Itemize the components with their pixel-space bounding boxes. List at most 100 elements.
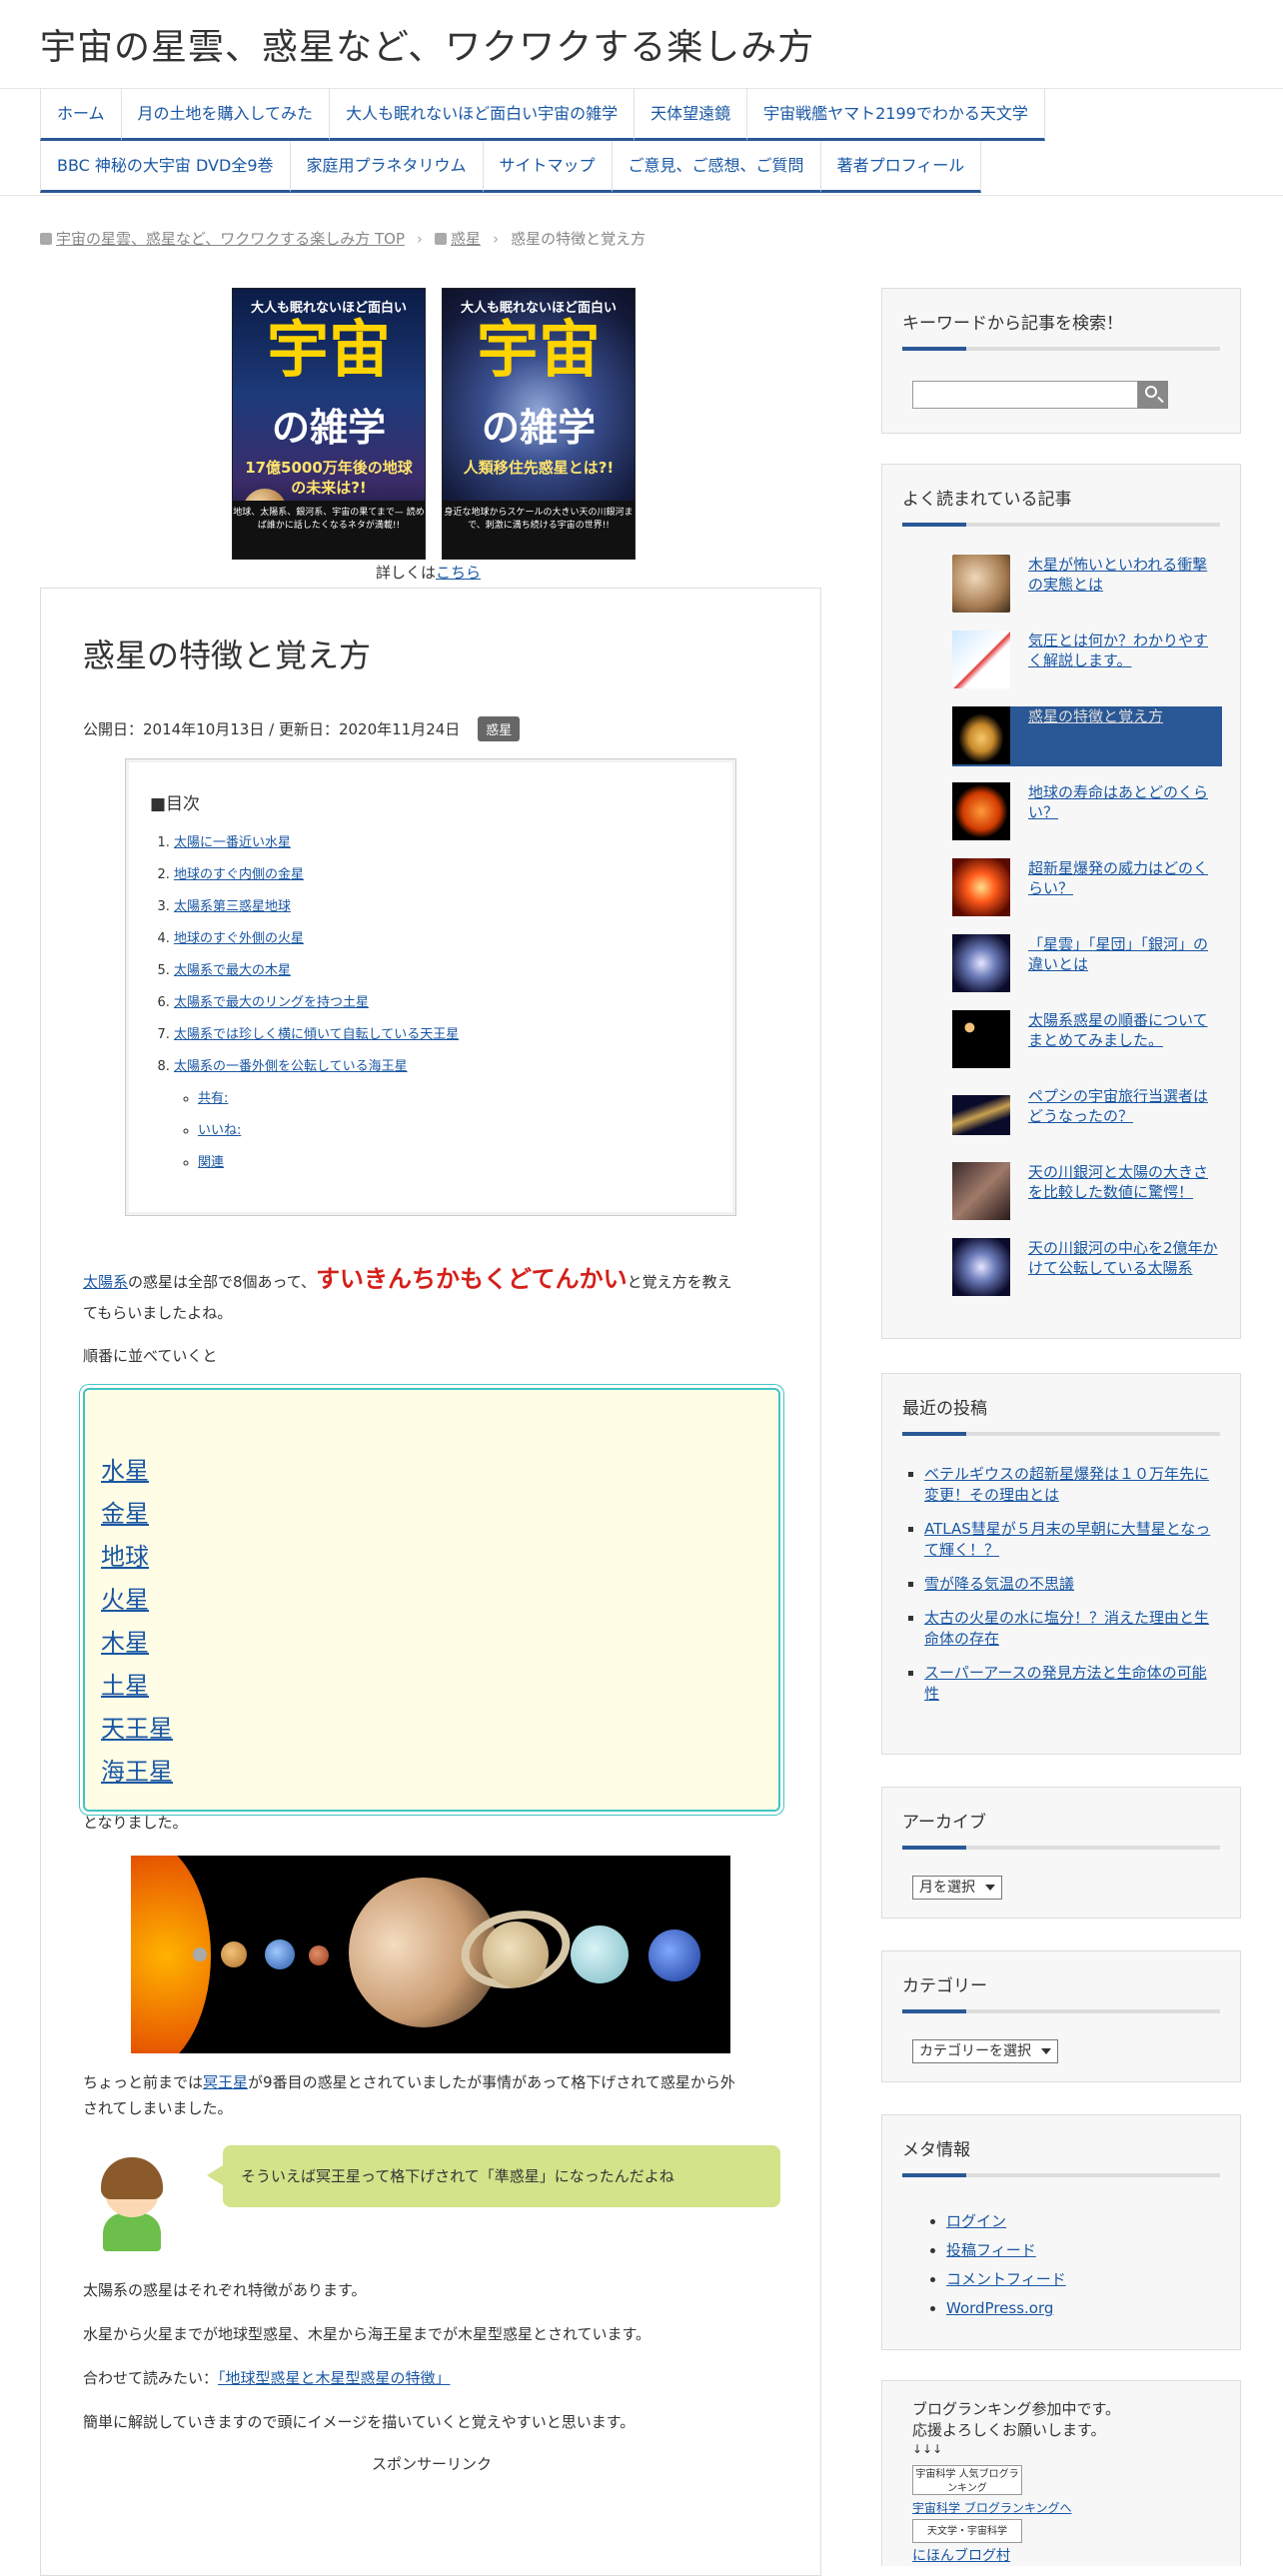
toc-link-earth[interactable]: 太陽系第三惑星地球 bbox=[174, 899, 291, 914]
toc-link-uranus[interactable]: 太陽系では珍しく横に傾いて自転している天王星 bbox=[174, 1027, 459, 1042]
after-list-paragraph: となりました。 bbox=[83, 1814, 188, 1832]
recent-link[interactable]: 太古の火星の水に塩分！？消えた理由と生命体の存在 bbox=[924, 1609, 1209, 1648]
toc-link-share[interactable]: 共有: bbox=[198, 1091, 228, 1106]
popular-item[interactable]: 太陽系惑星の順番についてまとめてみました。 bbox=[952, 1010, 1222, 1070]
site-title[interactable]: 宇宙の星雲、惑星など、ワクワクする楽しみ方 bbox=[40, 18, 814, 70]
nav-home[interactable]: ホーム bbox=[40, 89, 121, 141]
widget-divider bbox=[902, 1432, 1220, 1436]
pressure-thumbnail bbox=[952, 631, 1010, 688]
popular-item-active[interactable]: 惑星の特徴と覚え方 bbox=[952, 706, 1222, 766]
planet-link-mercury[interactable]: 水星 bbox=[101, 1457, 149, 1485]
popular-item[interactable]: 超新星爆発の威力はどのくらい？ bbox=[952, 858, 1222, 918]
popular-link[interactable]: 地球の寿命はあとどのくらい？ bbox=[1028, 782, 1218, 823]
category-widget: カテゴリー カテゴリーを選択 bbox=[881, 1950, 1241, 2082]
breadcrumb-home[interactable]: 宇宙の星雲、惑星など、ワクワクする楽しみ方 TOP bbox=[56, 228, 405, 249]
solar-system-link[interactable]: 太陽系 bbox=[83, 1273, 128, 1291]
posts-feed-link[interactable]: 投稿フィード bbox=[946, 2241, 1036, 2259]
nav-sitemap[interactable]: サイトマップ bbox=[482, 141, 612, 193]
planet-link-mars[interactable]: 火星 bbox=[101, 1586, 149, 1614]
nav-planetarium[interactable]: 家庭用プラネタリウム bbox=[289, 141, 483, 193]
toc-link-venus[interactable]: 地球のすぐ内側の金星 bbox=[174, 867, 304, 882]
popular-link[interactable]: 太陽系惑星の順番についてまとめてみました。 bbox=[1028, 1010, 1218, 1051]
toc-item: 地球のすぐ外側の火星 bbox=[174, 923, 459, 955]
planet-link-earth[interactable]: 地球 bbox=[101, 1543, 149, 1571]
popular-item[interactable]: ペプシの宇宙旅行当選者はどうなったの？ bbox=[952, 1086, 1222, 1146]
list-item: 地球 bbox=[101, 1536, 173, 1579]
category-badge[interactable]: 惑星 bbox=[478, 716, 521, 741]
popular-item[interactable]: 天の川銀河と太陽の大きさを比較した数値に驚愕！ bbox=[952, 1162, 1222, 1222]
planet-link-neptune[interactable]: 海王星 bbox=[101, 1758, 173, 1786]
toc-link-like[interactable]: いいね: bbox=[198, 1123, 241, 1138]
toc-title: ■目次 bbox=[150, 794, 201, 814]
books-caption-link[interactable]: こちら bbox=[436, 564, 481, 582]
comments-feed-link[interactable]: コメントフィード bbox=[946, 2270, 1066, 2288]
nav-row-2: BBC 神秘の大宇宙 DVD全9巻 家庭用プラネタリウム サイトマップ ご意見、… bbox=[40, 141, 982, 193]
wordpress-link[interactable]: WordPress.org bbox=[946, 2299, 1053, 2317]
popular-link[interactable]: 気圧とは何か？わかりやすく解説します。 bbox=[1028, 631, 1218, 671]
related-link[interactable]: 「地球型惑星と木星型惑星の特徴」 bbox=[218, 2369, 451, 2387]
ranking-text: ブログランキング参加中です。 応援よろしくお願いします。 ↓↓↓ bbox=[912, 2399, 1120, 2458]
breadcrumb-category[interactable]: 惑星 bbox=[451, 228, 481, 249]
planets-thumbnail bbox=[952, 1010, 1010, 1068]
book-cover-1-subtitle: の雑学 bbox=[271, 406, 386, 450]
toc-link-neptune[interactable]: 太陽系の一番外側を公転している海王星 bbox=[174, 1059, 408, 1074]
planet-link-uranus[interactable]: 天王星 bbox=[101, 1715, 173, 1743]
popular-link[interactable]: ペプシの宇宙旅行当選者はどうなったの？ bbox=[1028, 1086, 1218, 1127]
popular-item[interactable]: 気圧とは何か？わかりやすく解説します。 bbox=[952, 631, 1222, 690]
recent-link[interactable]: スーパーアースの発見方法と生命体の可能性 bbox=[924, 1664, 1207, 1703]
category-widget-title: カテゴリー bbox=[902, 1976, 987, 1996]
ranking-link-2[interactable]: にほんブログ村 bbox=[912, 2545, 1010, 2565]
toc-link-jupiter[interactable]: 太陽系で最大の木星 bbox=[174, 963, 291, 978]
recent-link[interactable]: 雪が降る気温の不思議 bbox=[924, 1575, 1074, 1593]
sun-thumbnail bbox=[952, 782, 1010, 840]
book-cover-2[interactable]: 大人も眠れないほど面白い 宇宙 の雑学 人類移住先惑星とは?! 2 身近な地球か… bbox=[442, 288, 636, 560]
pluto-link[interactable]: 冥王星 bbox=[203, 2073, 248, 2091]
toc-item: 太陽系第三惑星地球 bbox=[174, 891, 459, 923]
recent-posts-widget: 最近の投稿 ベテルギウスの超新星爆発は１０万年先に変更！その理由とは ATLAS… bbox=[881, 1373, 1241, 1755]
boy-avatar bbox=[83, 2143, 179, 2251]
nav-yamato[interactable]: 宇宙戦艦ヤマト2199でわかる天文学 bbox=[746, 89, 1045, 141]
uranus-image bbox=[571, 1926, 629, 1983]
pluto-text-b: が9番目の惑星とされていましたが事情があって格下げされて惑星から外 bbox=[248, 2073, 735, 2091]
planet-link-venus[interactable]: 金星 bbox=[101, 1500, 149, 1528]
popular-link[interactable]: 天の川銀河の中心を2億年かけて公転している太陽系 bbox=[1028, 1238, 1218, 1279]
search-input[interactable] bbox=[912, 381, 1138, 409]
folder-icon bbox=[435, 232, 448, 245]
nav-telescope[interactable]: 天体望遠鏡 bbox=[634, 89, 747, 141]
list-item: 天王星 bbox=[101, 1708, 173, 1751]
planet-link-saturn[interactable]: 土星 bbox=[101, 1672, 149, 1700]
avatar-hair bbox=[101, 2157, 163, 2199]
popular-item[interactable]: 天の川銀河の中心を2億年かけて公転している太陽系 bbox=[952, 1238, 1222, 1298]
planet-link-jupiter[interactable]: 木星 bbox=[101, 1629, 149, 1657]
toc-link-mercury[interactable]: 太陽に一番近い水星 bbox=[174, 835, 291, 850]
toc-link-mars[interactable]: 地球のすぐ外側の火星 bbox=[174, 931, 304, 946]
popular-link[interactable]: 木星が怖いといわれる衝撃の実態とは bbox=[1028, 555, 1218, 596]
popular-item[interactable]: 木星が怖いといわれる衝撃の実態とは bbox=[952, 555, 1222, 615]
nav-moon-land[interactable]: 月の土地を購入してみた bbox=[120, 89, 330, 141]
ranking-link-1[interactable]: 宇宙科学 ブログランキングへ bbox=[912, 2499, 1071, 2516]
nav-bbc-dvd[interactable]: BBC 神秘の大宇宙 DVD全9巻 bbox=[40, 141, 290, 193]
book-cover-1[interactable]: 大人も眠れないほど面白い 宇宙 の雑学 17億5000万年後の地球の未来は?! … bbox=[232, 288, 426, 560]
toc-link-related[interactable]: 関連 bbox=[198, 1155, 224, 1170]
recent-link[interactable]: ベテルギウスの超新星爆発は１０万年先に変更！その理由とは bbox=[924, 1465, 1209, 1504]
ranking-badge-2[interactable]: 天文学・宇宙科学 bbox=[912, 2519, 1022, 2543]
popular-item[interactable]: 地球の寿命はあとどのくらい？ bbox=[952, 782, 1222, 842]
popular-link[interactable]: 惑星の特徴と覚え方 bbox=[1028, 706, 1218, 726]
login-link[interactable]: ログイン bbox=[946, 2212, 1006, 2230]
nav-profile[interactable]: 著者プロフィール bbox=[819, 141, 982, 193]
archive-select[interactable]: 月を選択 bbox=[912, 1876, 1002, 1900]
nav-trivia[interactable]: 大人も眠れないほど面白い宇宙の雑学 bbox=[329, 89, 635, 141]
nav-contact[interactable]: ご意見、ご感想、ご質問 bbox=[611, 141, 820, 193]
supernova-thumbnail bbox=[952, 858, 1010, 916]
popular-item[interactable]: 「星雲」「星団」「銀河」の違いとは bbox=[952, 934, 1222, 994]
books-caption-text: 詳しくは bbox=[376, 564, 437, 582]
popular-link[interactable]: 超新星爆発の威力はどのくらい？ bbox=[1028, 858, 1218, 899]
list-item: 金星 bbox=[101, 1493, 173, 1536]
search-button[interactable] bbox=[1138, 381, 1168, 409]
toc-link-saturn[interactable]: 太陽系で最大のリングを持つ土星 bbox=[174, 995, 369, 1010]
recent-link[interactable]: ATLAS彗星が５月末の早朝に大彗星となって輝く！？ bbox=[924, 1520, 1210, 1559]
ranking-badge-1[interactable]: 宇宙科学 人気ブログランキング bbox=[912, 2465, 1022, 2495]
popular-link[interactable]: 天の川銀河と太陽の大きさを比較した数値に驚愕！ bbox=[1028, 1162, 1218, 1203]
category-select[interactable]: カテゴリーを選択 bbox=[912, 2039, 1058, 2063]
popular-link[interactable]: 「星雲」「星団」「銀河」の違いとは bbox=[1028, 934, 1218, 975]
